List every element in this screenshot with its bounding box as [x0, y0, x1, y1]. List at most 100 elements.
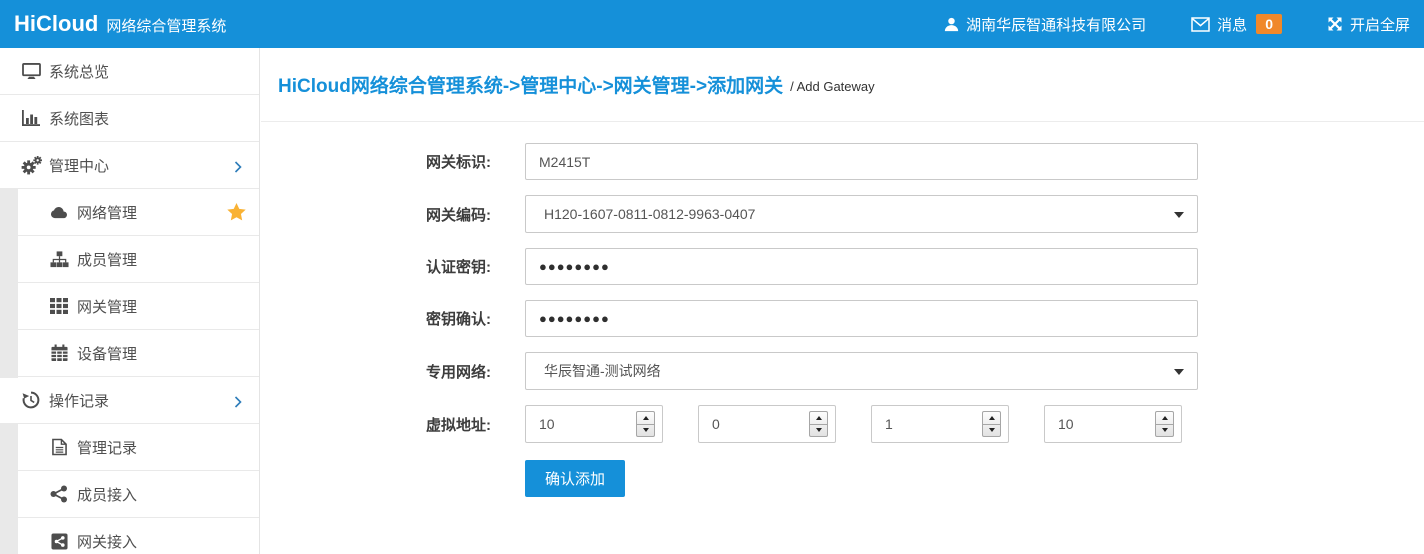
add-gateway-form: 网关标识: 网关编码: H120-1607-0811-0812-9963-040… — [261, 122, 1424, 497]
gateway-id-label: 网关标识: — [426, 151, 525, 172]
auth-key-input[interactable] — [525, 248, 1198, 285]
fullscreen-toggle[interactable]: 开启全屏 — [1327, 14, 1410, 35]
gateway-code-label: 网关编码: — [426, 204, 525, 225]
desktop-icon — [20, 63, 42, 80]
sidebar-item-gateway-management[interactable]: 网关管理 — [0, 283, 259, 330]
sidebar-item-device-management[interactable]: 设备管理 — [0, 330, 259, 377]
messages-label: 消息 — [1217, 14, 1247, 35]
number-spinner — [1155, 411, 1174, 437]
share-square-icon — [48, 533, 70, 550]
fullscreen-icon — [1327, 16, 1343, 32]
key-confirm-input[interactable] — [525, 300, 1198, 337]
sidebar-nav: 系统总览 系统图表 管理中心 网络管理 成员管理 — [0, 48, 260, 554]
main-content: HiCloud网络综合管理系统->管理中心->网关管理->添加网关 / Add … — [261, 48, 1424, 554]
sidebar-item-label: 系统图表 — [49, 108, 109, 129]
sidebar-item-label: 管理中心 — [49, 155, 109, 176]
sitemap-icon — [48, 251, 70, 268]
document-icon — [48, 438, 70, 456]
gears-icon — [20, 156, 42, 175]
caret-down-icon — [1174, 212, 1184, 218]
sidebar-item-member-access[interactable]: 成员接入 — [0, 471, 259, 518]
calendar-icon — [48, 344, 70, 362]
virtual-address-octet-2-field — [698, 405, 836, 443]
chevron-right-icon — [234, 395, 242, 412]
caret-down-icon — [1174, 369, 1184, 375]
grid-icon — [48, 298, 70, 314]
spinner-down-button[interactable] — [983, 424, 1000, 437]
spinner-up-button[interactable] — [983, 412, 1000, 424]
user-icon — [944, 17, 959, 32]
mail-icon — [1191, 17, 1210, 32]
number-spinner — [636, 411, 655, 437]
sidebar-item-label: 操作记录 — [49, 390, 109, 411]
breadcrumb-path: HiCloud网络综合管理系统->管理中心->网关管理->添加网关 — [278, 71, 783, 98]
private-network-label: 专用网络: — [426, 361, 525, 382]
form-actions: 确认添加 — [525, 460, 1424, 497]
sidebar-item-member-management[interactable]: 成员管理 — [0, 236, 259, 283]
gateway-id-input[interactable] — [525, 143, 1198, 180]
sidebar-item-label: 系统总览 — [49, 61, 109, 82]
virtual-address-octet-3-field — [871, 405, 1009, 443]
virtual-address-octet-4-input[interactable] — [1045, 406, 1145, 442]
virtual-address-octet-1-input[interactable] — [526, 406, 626, 442]
breadcrumb: HiCloud网络综合管理系统->管理中心->网关管理->添加网关 / Add … — [261, 48, 1424, 122]
share-icon — [48, 485, 70, 503]
sidebar-item-label: 网关接入 — [77, 531, 137, 552]
spinner-down-button[interactable] — [1156, 424, 1173, 437]
sidebar-item-label: 网关管理 — [77, 296, 137, 317]
virtual-address-label: 虚拟地址: — [426, 414, 525, 435]
virtual-address-octet-1-field — [525, 405, 663, 443]
header-actions: 湖南华辰智通科技有限公司 消息 0 开启全屏 — [944, 14, 1410, 35]
fullscreen-label: 开启全屏 — [1350, 14, 1410, 35]
sidebar-item-system-charts[interactable]: 系统图表 — [0, 95, 259, 142]
virtual-address-octet-4-field — [1044, 405, 1182, 443]
spinner-up-button[interactable] — [810, 412, 827, 424]
gateway-code-select[interactable]: H120-1607-0811-0812-9963-0407 — [525, 195, 1198, 233]
virtual-address-octet-2-input[interactable] — [699, 406, 799, 442]
form-row-gateway-id: 网关标识: — [426, 143, 1424, 180]
number-spinner — [982, 411, 1001, 437]
number-spinner — [809, 411, 828, 437]
confirm-add-button[interactable]: 确认添加 — [525, 460, 625, 497]
virtual-address-octet-3-input[interactable] — [872, 406, 972, 442]
form-row-gateway-code: 网关编码: H120-1607-0811-0812-9963-0407 — [426, 195, 1424, 233]
messages-count-badge: 0 — [1256, 14, 1282, 34]
product-name: 网络综合管理系统 — [106, 15, 226, 36]
sidebar-item-management-records[interactable]: 管理记录 — [0, 424, 259, 471]
sidebar-item-label: 成员接入 — [77, 484, 137, 505]
private-network-selected-value: 华辰智通-测试网络 — [544, 361, 661, 381]
spinner-up-button[interactable] — [637, 412, 654, 424]
chevron-right-icon — [234, 160, 242, 177]
sidebar-item-network-management[interactable]: 网络管理 — [0, 189, 259, 236]
spinner-down-button[interactable] — [637, 424, 654, 437]
company-name: 湖南华辰智通科技有限公司 — [966, 14, 1146, 35]
sidebar-item-label: 成员管理 — [77, 249, 137, 270]
sidebar-item-management-center[interactable]: 管理中心 — [0, 142, 259, 189]
history-icon — [20, 391, 42, 409]
form-row-auth-key: 认证密钥: — [426, 248, 1424, 285]
gateway-code-selected-value: H120-1607-0811-0812-9963-0407 — [544, 206, 755, 222]
auth-key-label: 认证密钥: — [426, 256, 525, 277]
sidebar-item-operation-records[interactable]: 操作记录 — [0, 377, 259, 424]
sidebar-item-system-overview[interactable]: 系统总览 — [0, 48, 259, 95]
sidebar-item-label: 网络管理 — [77, 202, 137, 223]
bar-chart-icon — [20, 110, 42, 126]
form-row-private-network: 专用网络: 华辰智通-测试网络 — [426, 352, 1424, 390]
spinner-up-button[interactable] — [1156, 412, 1173, 424]
messages-menu[interactable]: 消息 0 — [1191, 14, 1282, 35]
favorite-star-icon[interactable] — [227, 203, 246, 225]
cloud-icon — [48, 206, 70, 219]
breadcrumb-subtitle: / Add Gateway — [790, 75, 875, 94]
account-menu[interactable]: 湖南华辰智通科技有限公司 — [944, 14, 1146, 35]
spinner-down-button[interactable] — [810, 424, 827, 437]
key-confirm-label: 密钥确认: — [426, 308, 525, 329]
brand-name: HiCloud — [14, 11, 98, 37]
private-network-select[interactable]: 华辰智通-测试网络 — [525, 352, 1198, 390]
sidebar-item-label: 管理记录 — [77, 437, 137, 458]
app-logo: HiCloud 网络综合管理系统 — [14, 11, 226, 37]
top-header: HiCloud 网络综合管理系统 湖南华辰智通科技有限公司 消息 0 开启全屏 — [0, 0, 1424, 48]
form-row-key-confirm: 密钥确认: — [426, 300, 1424, 337]
form-row-virtual-address: 虚拟地址: — [426, 405, 1424, 443]
sidebar-item-label: 设备管理 — [77, 343, 137, 364]
sidebar-item-gateway-access[interactable]: 网关接入 — [0, 518, 259, 554]
